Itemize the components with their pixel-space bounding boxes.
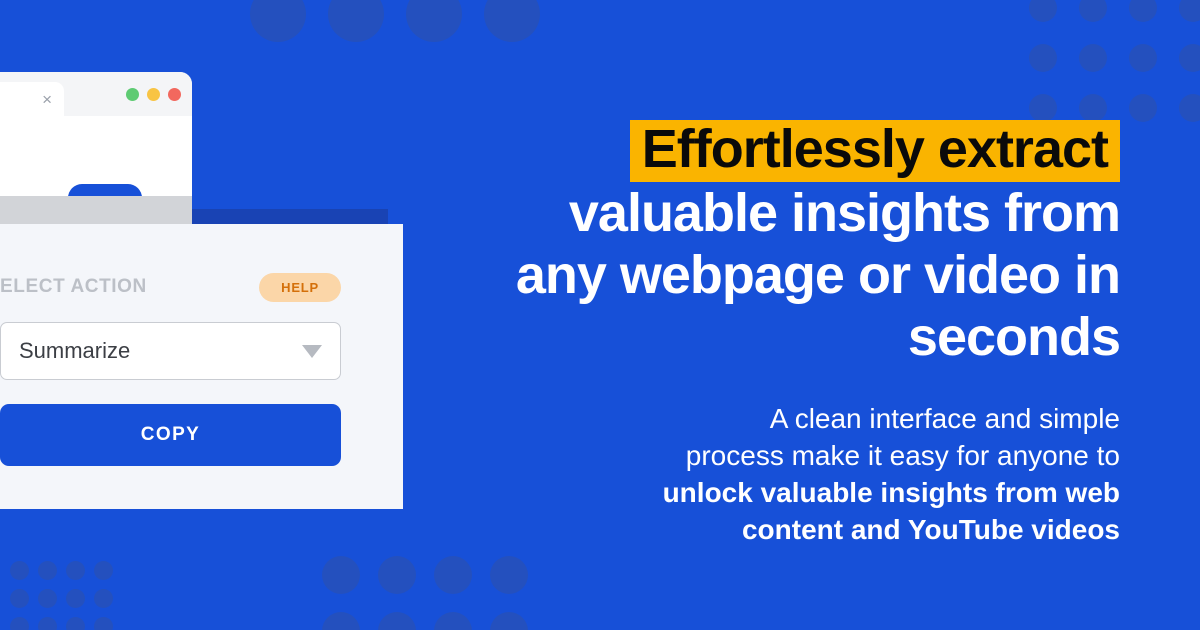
copy-button[interactable]: COPY [0,404,341,466]
dot [1179,0,1200,22]
headline-line: any webpage or video in [515,245,1121,305]
subtitle: A clean interface and simple process mak… [470,400,1120,548]
dot [490,612,528,630]
headline-line: valuable insights from [568,183,1121,243]
dot [10,617,29,630]
browser-window-base [0,196,192,224]
dot [434,612,472,630]
minimize-button-icon[interactable] [147,88,160,101]
decorative-dots-top-center [250,0,540,42]
subtitle-line-bold: content and YouTube videos [741,514,1120,545]
browser-tab[interactable]: tube.com × [0,82,64,116]
subtitle-line: A clean interface and simple [769,403,1120,434]
decorative-dots-bottom-center [322,556,528,630]
browser-titlebar: tube.com × [0,72,192,116]
dot [490,556,528,594]
decorative-dots-top-right [1029,0,1200,122]
dot [94,589,113,608]
action-select-value: Summarize [19,338,131,363]
maximize-button-icon[interactable] [126,88,139,101]
window-controls [126,88,181,101]
decorative-dots-bottom-left [10,561,113,630]
page-title: Effortlessly extract valuable insights f… [470,118,1121,368]
card-header: ELECT ACTION HELP [0,272,341,302]
dot [1179,44,1200,72]
marketing-copy: Effortlessly extract valuable insights f… [470,118,1121,548]
dot [94,617,113,630]
action-select[interactable]: Summarize [0,322,341,380]
dot [406,0,462,42]
dot [434,556,472,594]
close-icon[interactable]: × [42,91,52,108]
dot [378,612,416,630]
dot [1129,44,1157,72]
dot [484,0,540,42]
headline-line: seconds [907,307,1121,367]
dot [328,0,384,42]
dot [378,556,416,594]
dot [94,561,113,580]
subtitle-line-bold: unlock valuable insights from web [662,477,1120,508]
dot [1129,0,1157,22]
dot [322,556,360,594]
dot [1179,94,1200,122]
dot [66,561,85,580]
subtitle-line: process make it easy for anyone to [685,440,1120,471]
dot [10,561,29,580]
extension-popup-card: ELECT ACTION HELP Summarize COPY [0,224,403,509]
headline-highlight: Effortlessly extract [629,120,1120,182]
dot [1129,94,1157,122]
headline-line-highlighted: Effortlessly extract [470,118,1120,182]
dot [322,612,360,630]
chevron-down-icon [302,344,322,358]
dot [10,589,29,608]
dot [1029,44,1057,72]
select-action-label: ELECT ACTION [0,276,147,297]
dot [38,617,57,630]
dot [1079,44,1107,72]
close-window-button-icon[interactable] [168,88,181,101]
dot [66,589,85,608]
dot [250,0,306,42]
dot [1079,0,1107,22]
help-badge[interactable]: HELP [259,272,341,302]
dot [38,589,57,608]
dot [66,617,85,630]
dot [38,561,57,580]
promo-banner: tube.com × ELECT ACTION HELP [0,0,1200,630]
browser-tab-label: tube.com [0,90,36,108]
browser-window-shadow-bar [192,209,388,224]
dot [1029,0,1057,22]
